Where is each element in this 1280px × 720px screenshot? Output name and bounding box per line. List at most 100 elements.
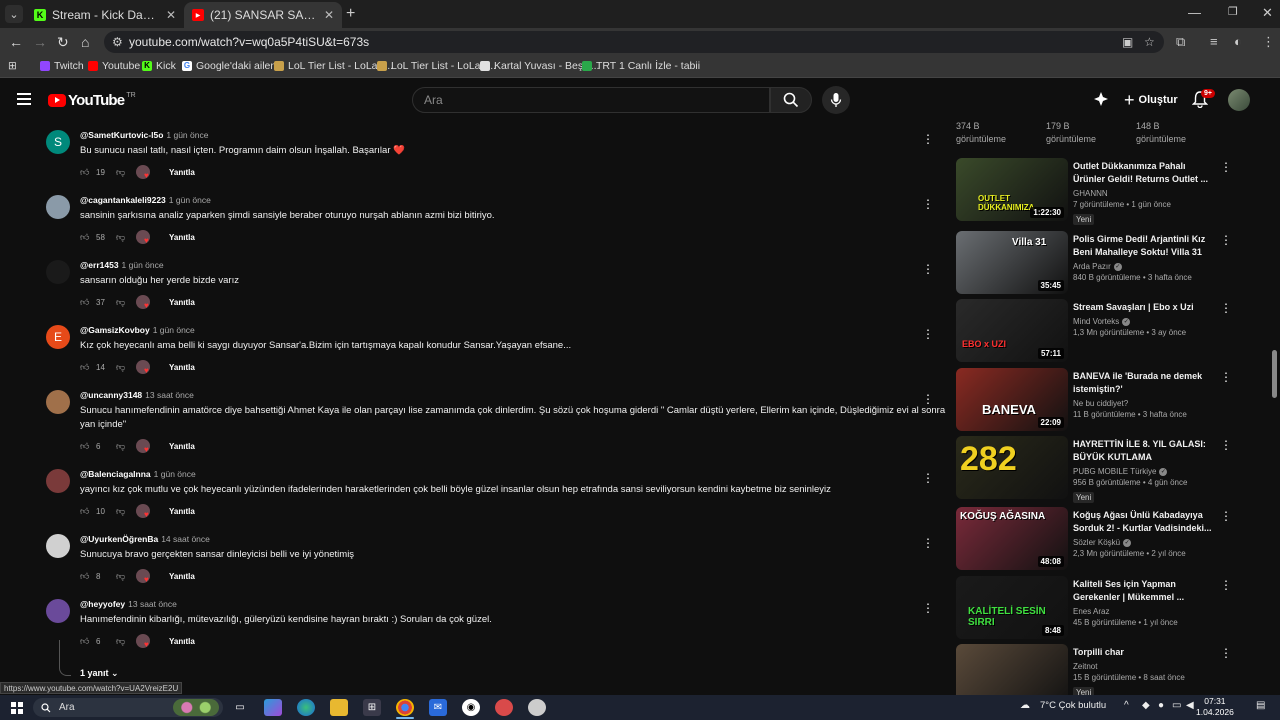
more-options-icon[interactable]: ⋮ [922,327,934,341]
video-thumbnail[interactable]: BANEVA 22:09 [956,368,1068,431]
dislike-icon[interactable]: 👎︎ [116,636,125,647]
new-tab-button[interactable]: + [346,5,355,23]
recommended-video[interactable]: KALİTELİ SESİN SIRRI 8:48 Kaliteli Ses i… [956,576,1256,640]
more-options-icon[interactable]: ⋮ [1220,578,1232,592]
page-scrollbar[interactable] [1272,350,1277,398]
more-options-icon[interactable]: ⋮ [1220,233,1232,247]
more-options-icon[interactable]: ⋮ [1220,438,1232,452]
app-icon[interactable] [528,699,546,716]
show-replies-button[interactable]: 1 yanıt ⌄ [80,668,119,679]
channel-name[interactable]: Zeitnot [1073,662,1097,671]
reply-button[interactable]: Yanıtla [169,363,195,372]
commenter-handle[interactable]: @BalenciagaInna [80,469,151,479]
video-thumbnail[interactable]: 282 [956,436,1068,499]
like-icon[interactable]: 👍︎ [80,297,89,308]
like-icon[interactable]: 👍︎ [80,362,89,373]
video-thumbnail[interactable]: Villa 31 35:45 [956,231,1068,294]
address-bar[interactable]: ⚙ youtube.com/watch?v=wq0a5P4tiSU&t=673s… [104,31,1164,53]
home-icon[interactable]: ⌂ [81,34,89,50]
restore-icon[interactable]: ❐ [1228,5,1238,18]
bookmark-lol-2[interactable]: LoL Tier List - LoLaly... [377,60,496,72]
browser-tab-kick[interactable]: K Stream - Kick Dashboard ✕ [26,2,184,28]
commenter-avatar[interactable]: E [46,325,70,349]
more-options-icon[interactable]: ⋮ [1220,301,1232,315]
video-title[interactable]: Polis Girme Dedi! Arjantinli Kız Beni Ma… [1073,233,1213,259]
weather-icon[interactable]: ☁ [1020,700,1030,711]
commenter-avatar[interactable] [46,534,70,558]
video-title[interactable]: BANEVA ile 'Burada ne demek istemiştin?' [1073,370,1213,396]
more-options-icon[interactable]: ⋮ [922,601,934,615]
menu-icon[interactable] [17,93,31,108]
more-options-icon[interactable]: ⋮ [1220,509,1232,523]
commenter-handle[interactable]: @SametKurtovic-l5o [80,130,163,140]
video-thumbnail[interactable]: KOĞUŞ AĞASINA 48:08 [956,507,1068,570]
recommended-video[interactable]: BANEVA 22:09 BANEVA ile 'Burada ne demek… [956,368,1256,432]
commenter-avatar[interactable] [46,260,70,284]
video-thumbnail[interactable] [956,644,1068,695]
tab-search-button[interactable]: ⌄ [5,5,23,23]
dislike-icon[interactable]: 👎︎ [116,571,125,582]
video-title[interactable]: Torpilli char [1073,646,1213,659]
commenter-handle[interactable]: @err1453 [80,260,119,270]
recommended-video[interactable]: Villa 31 35:45 Polis Girme Dedi! Arjanti… [956,231,1256,295]
bookmark-star-icon[interactable]: ☆ [1144,35,1155,49]
commenter-handle[interactable]: @GamsizKovboy [80,325,150,335]
video-title[interactable]: HAYRETTİN İLE 8. YIL GALASI: BÜYÜK KUTLA… [1073,438,1213,464]
video-title[interactable]: Kaliteli Ses için Yapman Gerekenler | Mü… [1073,578,1213,604]
channel-name[interactable]: Mind Vorteks [1073,317,1119,326]
task-view-icon[interactable]: ▭ [231,699,249,716]
app-tray-icon[interactable]: ◆ [1142,700,1150,711]
file-explorer-icon[interactable] [330,699,348,716]
cast-icon[interactable]: ▣ [1122,35,1133,49]
like-icon[interactable]: 👍︎ [80,167,89,178]
chrome-menu-icon[interactable]: ⋮ [1262,34,1275,50]
network-icon[interactable]: ▭ [1172,700,1181,711]
more-options-icon[interactable]: ⋮ [922,197,934,211]
profile-icon[interactable]: ◐ [1234,34,1242,49]
reply-button[interactable]: Yanıtla [169,637,195,646]
commenter-handle[interactable]: @uncanny3148 [80,390,142,400]
dislike-icon[interactable]: 👎︎ [116,506,125,517]
reload-icon[interactable]: ↻ [57,34,69,51]
bookmark-google-family[interactable]: G Google'daki aileniz [182,60,284,72]
like-icon[interactable]: 👍︎ [80,232,89,243]
app-icon[interactable] [495,699,513,716]
like-icon[interactable]: 👍︎ [80,636,89,647]
edge-icon[interactable] [297,699,315,716]
video-thumbnail[interactable]: KALİTELİ SESİN SIRRI 8:48 [956,576,1068,639]
commenter-handle[interactable]: @UyurkenÖğrenBa [80,534,158,544]
channel-name[interactable]: Sözler Köşkü [1073,538,1120,547]
recommended-video[interactable]: EBO x UZI 57:11 Stream Savaşları | Ebo x… [956,299,1256,363]
windows-start-icon[interactable] [11,702,23,714]
reply-button[interactable]: Yanıtla [169,168,195,177]
dislike-icon[interactable]: 👎︎ [116,167,125,178]
store-icon[interactable]: ⊞ [363,699,381,716]
commenter-avatar[interactable] [46,390,70,414]
dislike-icon[interactable]: 👎︎ [116,297,125,308]
more-options-icon[interactable]: ⋮ [1220,646,1232,660]
recommended-video[interactable]: Torpilli char Zeitnot 15 B görüntüleme •… [956,644,1256,695]
bookmark-youtube[interactable]: Youtube [88,60,140,72]
minimize-icon[interactable]: — [1188,5,1201,20]
apps-grid-icon[interactable]: ⊞ [8,60,17,72]
bookmark-trt1[interactable]: TRT 1 Canlı İzle - tabii [582,60,700,72]
more-options-icon[interactable]: ⋮ [922,471,934,485]
commenter-avatar[interactable]: S [46,130,70,154]
weather-text[interactable]: 7°C Çok bulutlu [1040,700,1106,711]
reading-list-icon[interactable]: ≡ [1210,34,1218,49]
bookmark-kick[interactable]: K Kick [142,60,176,72]
chrome-icon[interactable] [396,699,414,716]
comment-time[interactable]: 1 gün önce [122,260,164,270]
video-thumbnail[interactable]: OUTLET DÜKKANIMIZA 1:22:30 [956,158,1068,221]
user-avatar[interactable] [1228,89,1250,111]
comment-time[interactable]: 13 saat önce [145,390,194,400]
commenter-avatar[interactable] [46,599,70,623]
reply-button[interactable]: Yanıtla [169,507,195,516]
channel-name[interactable]: GHANNN [1073,189,1108,198]
bookmark-lol-1[interactable]: LoL Tier List - LoLaly... [274,60,393,72]
close-window-icon[interactable]: ✕ [1262,5,1273,21]
back-icon[interactable]: ← [9,34,23,50]
commenter-handle[interactable]: @heyyofey [80,599,125,609]
youtube-logo[interactable]: YouTube TR [48,92,136,109]
recommended-video[interactable]: KOĞUŞ AĞASINA 48:08 Koğuş Ağası Ünlü Kab… [956,507,1256,571]
